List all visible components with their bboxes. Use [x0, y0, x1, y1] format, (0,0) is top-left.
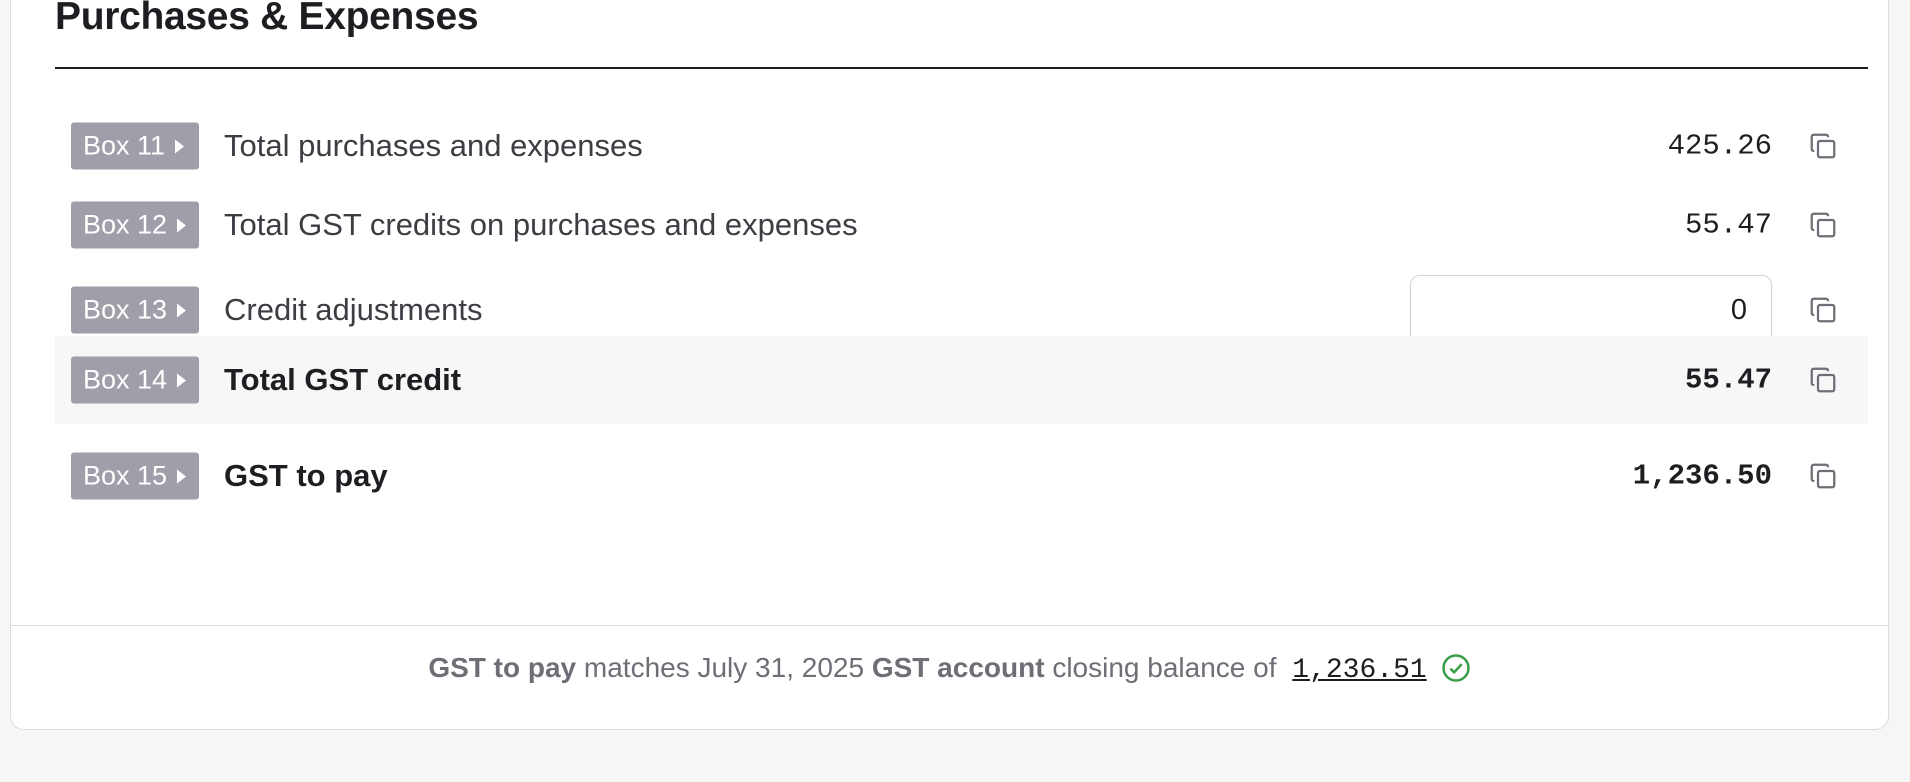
copy-icon[interactable] [1806, 208, 1840, 242]
row-box-12: Box 12 Total GST credits on purchases an… [55, 181, 1868, 269]
footer-text: matches July 31, 2025 [576, 652, 872, 683]
row-value: 55.47 [1684, 208, 1772, 242]
caret-right-icon [177, 218, 187, 232]
row-label: Total GST credits on purchases and expen… [224, 207, 858, 242]
footer-gst-to-pay: GST to pay [428, 652, 577, 683]
caret-right-icon [177, 373, 187, 387]
section-title: Purchases & Expenses [55, 0, 479, 38]
box-14-button[interactable]: Box 14 [71, 356, 199, 404]
footer-divider [10, 625, 1889, 626]
credit-adjustments-input[interactable] [1410, 275, 1772, 345]
row-label: Total GST credit [224, 362, 462, 397]
box-label: Box 14 [83, 364, 168, 395]
row-box-14: Box 14 Total GST credit 55.47 [55, 336, 1868, 424]
copy-icon[interactable] [1806, 293, 1840, 327]
box-13-button[interactable]: Box 13 [71, 286, 199, 334]
box-15-button[interactable]: Box 15 [71, 452, 199, 500]
row-label: Total purchases and expenses [224, 128, 643, 163]
row-box-11: Box 11 Total purchases and expenses 425.… [55, 102, 1868, 190]
copy-icon[interactable] [1806, 129, 1840, 163]
purchases-expenses-card: Purchases & Expenses Box 11 Total purcha… [10, 0, 1889, 730]
check-circle-icon [1441, 653, 1471, 690]
copy-icon[interactable] [1806, 459, 1840, 493]
caret-right-icon [177, 303, 187, 317]
caret-right-icon [177, 469, 187, 483]
row-value: 1,236.50 [1632, 459, 1772, 493]
caret-right-icon [175, 139, 185, 153]
box-11-button[interactable]: Box 11 [71, 122, 199, 170]
copy-icon[interactable] [1806, 363, 1840, 397]
row-value: 55.47 [1684, 363, 1772, 397]
row-label: Credit adjustments [224, 292, 483, 327]
footer-text: closing balance of [1044, 652, 1285, 683]
reconciliation-footer: GST to pay matches July 31, 2025 GST acc… [10, 652, 1889, 690]
box-label: Box 11 [83, 130, 166, 161]
footer-gst-account: GST account [871, 652, 1045, 683]
closing-balance-link[interactable]: 1,236.51 [1292, 655, 1426, 686]
row-value: 425.26 [1667, 129, 1772, 163]
box-12-button[interactable]: Box 12 [71, 201, 199, 249]
title-divider [55, 67, 1868, 69]
row-label: GST to pay [224, 458, 388, 493]
box-label: Box 15 [83, 460, 168, 491]
box-label: Box 13 [83, 294, 168, 325]
row-box-15: Box 15 GST to pay 1,236.50 [55, 432, 1868, 520]
box-label: Box 12 [83, 209, 168, 240]
